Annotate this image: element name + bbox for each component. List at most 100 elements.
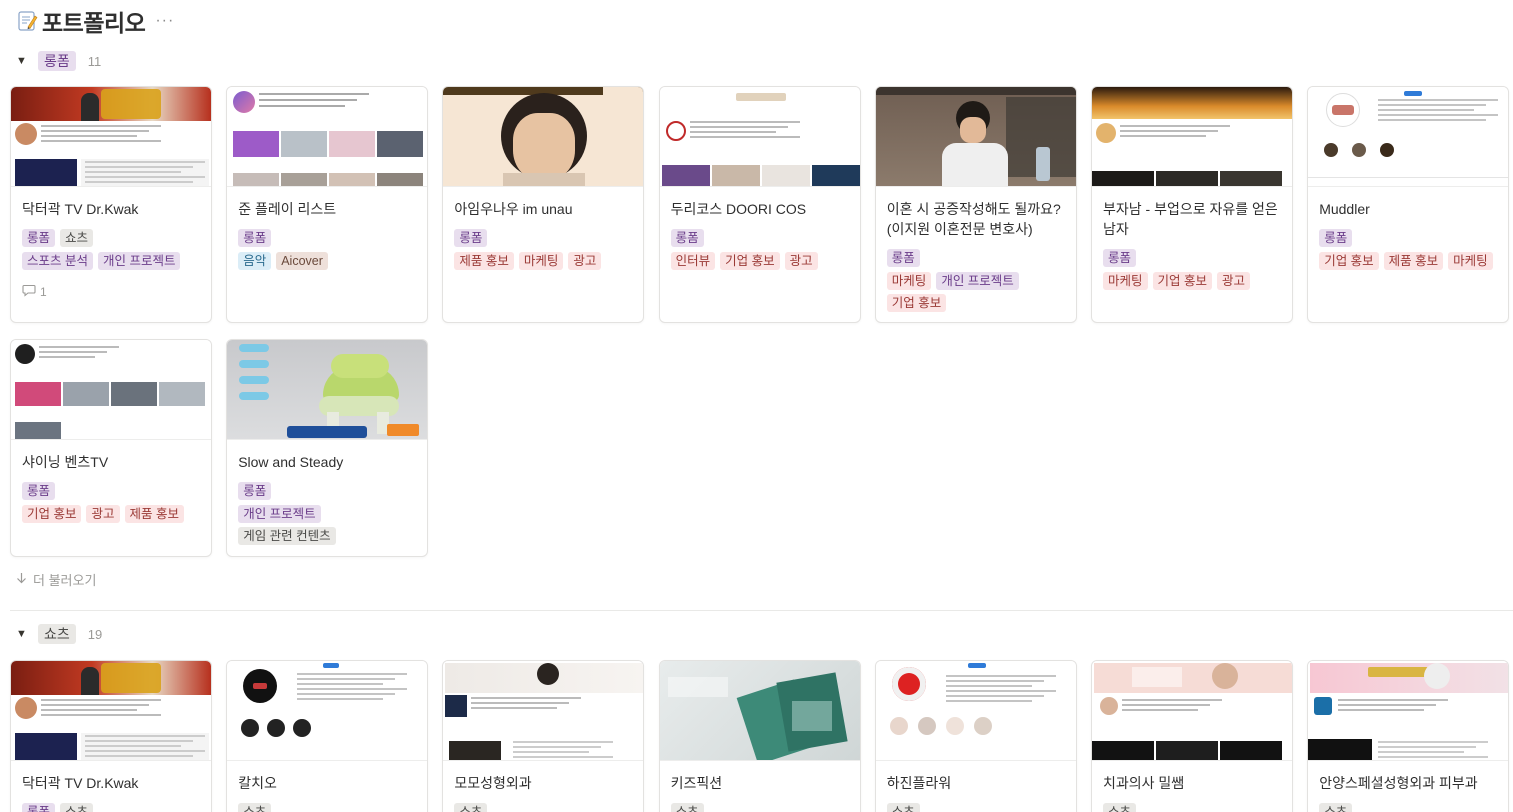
page-header: 포트폴리오 ···: [16, 6, 174, 36]
gallery-card[interactable]: Muddler 롱폼기업 홍보 제품 홍보 마케팅: [1307, 86, 1510, 323]
card-body: Muddler 롱폼기업 홍보 제품 홍보 마케팅: [1308, 187, 1508, 285]
gallery-card[interactable]: 안양스페셜성형외과 피부과 쇼츠: [1307, 660, 1510, 812]
tag-red: 기업 홍보: [22, 505, 82, 523]
gallery-card[interactable]: 샤이닝 벤츠TV 롱폼 기업 홍보 광고 제품 홍보: [10, 339, 212, 557]
gallery-card[interactable]: 치과의사 밀쌤 쇼츠: [1091, 660, 1293, 812]
gallery-card[interactable]: 칼치오 쇼츠: [226, 660, 429, 812]
tag-red: 제품 홍보: [454, 252, 514, 270]
tag-row: 쇼츠: [886, 803, 1065, 812]
card-title: 키즈픽션: [670, 775, 723, 791]
tag-red: 광고: [568, 252, 602, 270]
card-thumbnail: [443, 87, 644, 187]
tag-row: 마케팅 기업 홍보 광고: [1103, 272, 1281, 290]
gallery-card[interactable]: 두리코스 DOORI COS 롱폼 인터뷰 기업 홍보 광고: [658, 86, 861, 323]
tag-red: 마케팅: [1103, 272, 1148, 290]
tag-row: 쇼츠: [670, 803, 849, 812]
card-title: 닥터곽 TV Dr.Kwak: [22, 775, 139, 791]
tag-row: 롱폼 쇼츠: [22, 803, 200, 812]
tag-red: 기업 홍보: [720, 252, 780, 270]
gallery-card[interactable]: 닥터곽 TV Dr.Kwak 롱폼 쇼츠: [10, 660, 212, 812]
tag-row: 마케팅 개인 프로젝트 기업 홍보: [886, 272, 1065, 312]
tag-purple: 롱폼: [22, 803, 56, 812]
card-thumbnail: [1092, 661, 1292, 761]
tag-row: 음악 Aicover: [238, 252, 416, 270]
card-title: 이혼 시 공증작성해도 될까요? (이지원 이혼전문 변호사): [886, 201, 1061, 237]
tag-row: 제품 홍보 마케팅 광고: [454, 252, 632, 270]
card-thumbnail: [11, 340, 211, 440]
card-thumbnail: [1308, 87, 1509, 187]
card-body: 안양스페셜성형외과 피부과 쇼츠: [1308, 761, 1508, 812]
tag-red: 인터뷰: [670, 252, 716, 270]
page-title: 포트폴리오: [42, 10, 146, 36]
tag-purple: 개인 프로젝트: [97, 252, 181, 270]
card-thumbnail: [227, 661, 428, 761]
comment-icon: [22, 284, 36, 300]
gallery-card[interactable]: 준 플레이 리스트 롱폼음악 Aicover: [226, 86, 429, 323]
tag-red: 기업 홍보: [1319, 252, 1379, 270]
tag-purple: 롱폼: [22, 229, 56, 247]
card-title: 닥터곽 TV Dr.Kwak: [22, 201, 139, 217]
more-options-button[interactable]: ···: [155, 12, 174, 30]
tag-red: 기업 홍보: [886, 294, 947, 312]
tag-red: 마케팅: [518, 252, 564, 270]
tag-red: 기업 홍보: [1152, 272, 1212, 290]
tag-gray: 게임 관련 컨텐츠: [238, 527, 336, 545]
tag-row: 쇼츠: [1103, 803, 1281, 812]
card-body: 칼치오 쇼츠: [227, 761, 427, 812]
load-more-button[interactable]: 더 불러오기: [16, 570, 96, 589]
card-body: 이혼 시 공증작성해도 될까요? (이지원 이혼전문 변호사) 롱폼 마케팅 개인 …: [876, 187, 1076, 322]
tag-red: 제품 홍보: [124, 505, 184, 523]
tag-row: 롱폼: [238, 482, 416, 500]
card-thumbnail: [1308, 661, 1509, 761]
card-title: 준 플레이 리스트: [238, 201, 337, 217]
tag-gray: 쇼츠: [670, 803, 704, 812]
gallery-card[interactable]: Slow and Steady 롱폼 개인 프로젝트 게임 관련 컨텐츠: [226, 339, 429, 557]
gallery-card[interactable]: 하진플라워 쇼츠: [874, 660, 1077, 812]
gallery-card[interactable]: 키즈픽션 쇼츠: [658, 660, 861, 812]
card-title: 모모성형외과: [454, 775, 532, 791]
tag-gray: 쇼츠: [60, 803, 94, 812]
tag-row: 스포츠 분석 개인 프로젝트: [22, 252, 200, 270]
card-body: 샤이닝 벤츠TV 롱폼 기업 홍보 광고 제품 홍보: [11, 440, 211, 538]
group-divider: [10, 610, 1513, 611]
gallery-card[interactable]: 부자남 - 부업으로 자유를 얻은 남자 롱폼 마케팅 기업 홍보 광고: [1091, 86, 1293, 323]
gallery-card[interactable]: 이혼 시 공증작성해도 될까요? (이지원 이혼전문 변호사) 롱폼 마케팅 개인 …: [874, 86, 1077, 323]
card-thumbnail: [227, 87, 428, 187]
tag-gray: 쇼츠: [60, 229, 94, 247]
tag-row: 롱폼: [454, 229, 632, 247]
tag-purple: 스포츠 분석: [22, 252, 93, 270]
tag-purple: 개인 프로젝트: [936, 272, 1019, 290]
gallery-card[interactable]: 아임우나우 im unau 롱폼제품 홍보 마케팅 광고: [442, 86, 645, 323]
tag-red: 제품 홍보: [1383, 252, 1444, 270]
tag-purple: 롱폼: [1319, 229, 1353, 247]
tag-purple: 롱폼: [1103, 249, 1137, 267]
tag-row: 쇼츠: [454, 803, 632, 812]
tag-gray: 쇼츠: [1319, 803, 1353, 812]
card-title: 샤이닝 벤츠TV: [22, 454, 109, 470]
card-body: 키즈픽션 쇼츠: [660, 761, 860, 812]
card-body: 준 플레이 리스트 롱폼음악 Aicover: [227, 187, 427, 285]
tag-purple: 롱폼: [238, 229, 272, 247]
tag-red: 광고: [784, 252, 818, 270]
collapse-toggle-icon[interactable]: ▼: [16, 628, 28, 640]
collapse-toggle-icon[interactable]: ▼: [16, 55, 28, 67]
card-title: 칼치오: [238, 775, 277, 791]
tag-row: 롱폼: [1319, 229, 1497, 247]
comment-count[interactable]: 1: [22, 284, 200, 300]
memo-icon: [16, 10, 38, 32]
group-header-shorts: ▼ 쇼츠 19: [16, 623, 102, 645]
tag-row: 롱폼: [1103, 249, 1281, 267]
card-thumbnail: [875, 661, 1076, 761]
card-title: 안양스페셜성형외과 피부과: [1319, 775, 1478, 791]
card-title: 치과의사 밀쌤: [1103, 775, 1185, 791]
card-title: 아임우나우 im unau: [454, 201, 573, 217]
card-thumbnail: [11, 87, 211, 187]
card-body: 하진플라워 쇼츠: [876, 761, 1076, 812]
tag-row: 기업 홍보 제품 홍보 마케팅: [1319, 252, 1497, 270]
gallery-card[interactable]: 모모성형외과 쇼츠: [442, 660, 645, 812]
card-thumbnail: [1092, 87, 1292, 187]
gallery-card[interactable]: 닥터곽 TV Dr.Kwak 롱폼 쇼츠스포츠 분석 개인 프로젝트 1: [10, 86, 212, 323]
card-body: 닥터곽 TV Dr.Kwak 롱폼 쇼츠스포츠 분석 개인 프로젝트 1: [11, 187, 211, 310]
card-thumbnail: [443, 661, 644, 761]
card-title: Muddler: [1319, 201, 1370, 217]
